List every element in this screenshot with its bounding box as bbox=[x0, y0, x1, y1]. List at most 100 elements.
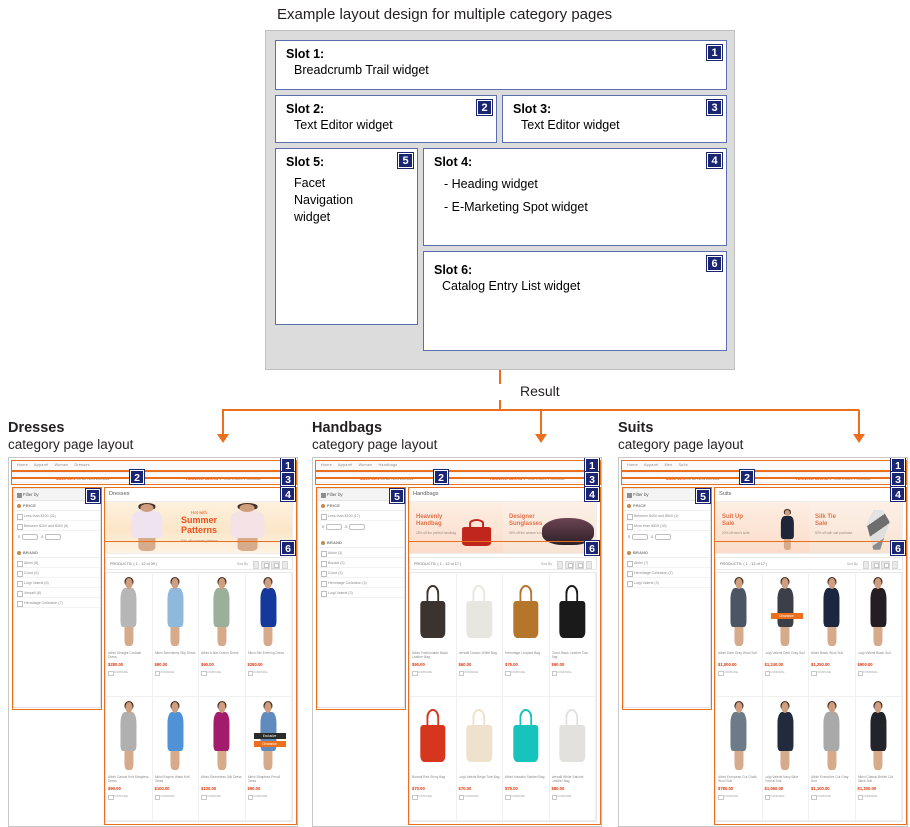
compare-view-button[interactable] bbox=[586, 560, 592, 569]
breadcrumb-item[interactable]: Home bbox=[321, 463, 332, 467]
breadcrumb-item[interactable]: Suits bbox=[678, 463, 687, 467]
product-name[interactable]: Albini Dark Gray Wool Suit bbox=[718, 651, 760, 660]
ems-banner-left[interactable]: Suit Up Sale 20% off men's suits bbox=[716, 502, 809, 553]
breadcrumb-item[interactable]: Women bbox=[54, 463, 68, 467]
list-view-button[interactable] bbox=[271, 560, 280, 569]
compare-view-button[interactable] bbox=[892, 560, 898, 569]
product-name[interactable]: Albini Sleeveless Silk Dress bbox=[201, 775, 243, 784]
product-name[interactable]: Albini Classic British Cut Black Suit bbox=[858, 775, 900, 784]
product-image[interactable] bbox=[108, 699, 150, 773]
product-tile[interactable]: Albini European Cut Chalk Wool Suit $780.… bbox=[716, 697, 763, 821]
product-tile[interactable]: Versalli Classic White Bag $60.00 COMPARE bbox=[456, 573, 503, 697]
product-name[interactable]: Versalli Classic White Bag bbox=[459, 651, 501, 660]
price-max-input[interactable] bbox=[655, 534, 672, 541]
product-tile[interactable]: Gucci Black Leather Tote Bag $90.00 COMPAR… bbox=[549, 573, 596, 697]
product-image[interactable]: Clearance bbox=[765, 575, 807, 649]
list-view-button[interactable] bbox=[881, 560, 890, 569]
product-tile[interactable]: Albini Empire Waist Knit Dress $100.00 COM… bbox=[152, 697, 199, 821]
compare-checkbox[interactable]: COMPARE bbox=[505, 670, 547, 676]
product-image[interactable] bbox=[718, 699, 760, 773]
breadcrumb-item[interactable]: Home bbox=[17, 463, 28, 467]
product-name[interactable]: Albini Casual Knit Strapless Dress bbox=[108, 775, 150, 784]
product-name[interactable]: Albini Empire Waist Knit Dress bbox=[155, 775, 197, 784]
product-name[interactable]: Albini Hawaiin Satchel Bag bbox=[505, 775, 547, 784]
breadcrumb-item[interactable]: Women bbox=[358, 463, 372, 467]
product-tile[interactable]: Albini Silk Evening Dress $280.00 COMPARE bbox=[245, 573, 292, 697]
price-min-input[interactable] bbox=[632, 534, 648, 541]
facet-option-brand[interactable]: Luigi Valenti (8) bbox=[14, 578, 100, 588]
compare-checkbox[interactable]: COMPARE bbox=[811, 670, 853, 676]
product-name[interactable]: Luigi Valenti Beige Tote Bag bbox=[459, 775, 501, 784]
compare-checkbox[interactable]: COMPARE bbox=[764, 670, 807, 676]
facet-option-price[interactable]: Between $200 and $300 (8) bbox=[14, 521, 100, 531]
product-image[interactable] bbox=[155, 699, 197, 773]
product-image[interactable] bbox=[765, 699, 807, 773]
breadcrumb-item[interactable]: Handbags bbox=[378, 463, 397, 467]
breadcrumb-item[interactable]: Apparel bbox=[644, 463, 659, 467]
compare-checkbox[interactable]: COMPARE bbox=[412, 670, 454, 676]
product-image[interactable] bbox=[858, 575, 900, 649]
product-image[interactable] bbox=[108, 575, 150, 649]
product-image[interactable] bbox=[459, 699, 501, 773]
price-max-input[interactable] bbox=[349, 524, 366, 531]
grid-view-button[interactable] bbox=[261, 560, 270, 569]
product-image[interactable] bbox=[155, 575, 197, 649]
product-name[interactable]: Albini Fashionable Black Leather Bag bbox=[412, 651, 454, 660]
product-name[interactable]: Albini Executive Cut Gray Suit bbox=[811, 775, 853, 784]
product-name[interactable]: Albini A-line Cotton Dress bbox=[201, 651, 243, 660]
compare-checkbox[interactable]: COMPARE bbox=[108, 794, 150, 800]
product-tile[interactable]: Clearance Luigi Valenti Dark Gray Suit $1,… bbox=[762, 573, 809, 697]
price-min-input[interactable] bbox=[326, 524, 342, 531]
facet-option-brand[interactable]: Gucci (6) bbox=[14, 568, 100, 578]
product-name[interactable]: Albini Strapless Pencil Dress bbox=[248, 775, 290, 784]
product-name[interactable]: Albini Straight Cocktail Dress bbox=[108, 651, 150, 660]
product-tile[interactable]: Albini Fashionable Black Leather Bag $90.… bbox=[410, 573, 457, 697]
product-tile[interactable]: Albini Casual Knit Strapless Dress $90.00… bbox=[106, 697, 153, 821]
breadcrumb-item[interactable]: Dresses bbox=[74, 463, 89, 467]
compare-checkbox[interactable]: COMPARE bbox=[718, 794, 760, 800]
product-image[interactable] bbox=[248, 575, 290, 649]
product-name[interactable]: Luigi Valenti Navy Blue Formal Suit bbox=[765, 775, 807, 784]
facet-option-price[interactable]: Less than $100 (17) bbox=[318, 511, 404, 521]
facet-option-brand[interactable]: Bonadi (3) bbox=[318, 558, 404, 568]
ems-single-banner[interactable]: Hot with Summer Patterns 20% off summer pat… bbox=[106, 502, 292, 553]
compare-checkbox[interactable]: COMPARE bbox=[811, 794, 853, 800]
product-tile[interactable]: Albini Executive Cut Gray Suit $1,100.00 C… bbox=[809, 697, 856, 821]
breadcrumb-item[interactable]: Men bbox=[664, 463, 672, 467]
product-name[interactable]: Luigi Valenti Dark Gray Suit bbox=[765, 651, 807, 660]
product-image[interactable] bbox=[552, 699, 594, 773]
compare-checkbox[interactable]: COMPARE bbox=[458, 794, 501, 800]
product-tile[interactable]: Luigi Valenti Black Suit $900.00 COMPARE bbox=[855, 573, 902, 697]
product-image[interactable] bbox=[552, 575, 594, 649]
price-min-input[interactable] bbox=[22, 534, 38, 541]
sort-dropdown-button[interactable] bbox=[253, 560, 259, 569]
product-tile[interactable]: Albini Straight Cocktail Dress $280.00 COM… bbox=[106, 573, 153, 697]
compare-checkbox[interactable]: COMPARE bbox=[857, 670, 900, 676]
product-tile[interactable]: Albini Black Wool Suit $1,250.00 COMPARE bbox=[809, 573, 856, 697]
product-name[interactable]: Albini European Cut Chalk Wool Suit bbox=[718, 775, 760, 784]
product-tile[interactable]: Luigi Valenti Navy Blue Formal Suit $1,06… bbox=[762, 697, 809, 821]
product-tile[interactable]: Luigi Valenti Beige Tote Bag $70.00 COMPAR… bbox=[456, 697, 503, 821]
product-name[interactable]: Versalli White Satchel Leather Bag bbox=[552, 775, 594, 784]
facet-option-brand[interactable]: Albini (8) bbox=[14, 558, 100, 568]
product-name[interactable]: Albini Silk Evening Dress bbox=[248, 651, 290, 660]
product-name[interactable]: Bonadi Red Shiny Bag bbox=[412, 775, 454, 784]
facet-option-brand[interactable]: Hermitage Collection (7) bbox=[624, 568, 710, 578]
ems-banner-right[interactable]: Silk Tie Sale 50% off with suit purchase bbox=[809, 502, 902, 553]
compare-checkbox[interactable]: COMPARE bbox=[201, 794, 243, 800]
product-tile[interactable]: Versalli White Satchel Leather Bag $80.00… bbox=[549, 697, 596, 821]
product-tile[interactable]: Albini Sleeveless Slip Dress $90.00 COMPAR… bbox=[152, 573, 199, 697]
product-image[interactable] bbox=[412, 699, 454, 773]
product-name[interactable]: Gucci Black Leather Tote Bag bbox=[552, 651, 594, 660]
compare-checkbox[interactable]: COMPARE bbox=[247, 794, 290, 800]
compare-checkbox[interactable]: COMPARE bbox=[505, 794, 547, 800]
compare-checkbox[interactable]: COMPARE bbox=[108, 670, 150, 676]
compare-view-button[interactable] bbox=[282, 560, 288, 569]
product-tile[interactable]: Albini Dark Gray Wool Suit $1,000.00 COMPA… bbox=[716, 573, 763, 697]
facet-option-price[interactable]: Between $400 and $500 (1) bbox=[624, 511, 710, 521]
compare-checkbox[interactable]: COMPARE bbox=[247, 670, 290, 676]
compare-checkbox[interactable]: COMPARE bbox=[718, 670, 760, 676]
product-tile[interactable]: Albini A-line Cotton Dress $90.00 COMPARE bbox=[199, 573, 246, 697]
product-name[interactable]: Hermitage Leopard Bag bbox=[505, 651, 547, 660]
product-tile[interactable]: Hermitage Leopard Bag $75.00 COMPARE bbox=[503, 573, 550, 697]
